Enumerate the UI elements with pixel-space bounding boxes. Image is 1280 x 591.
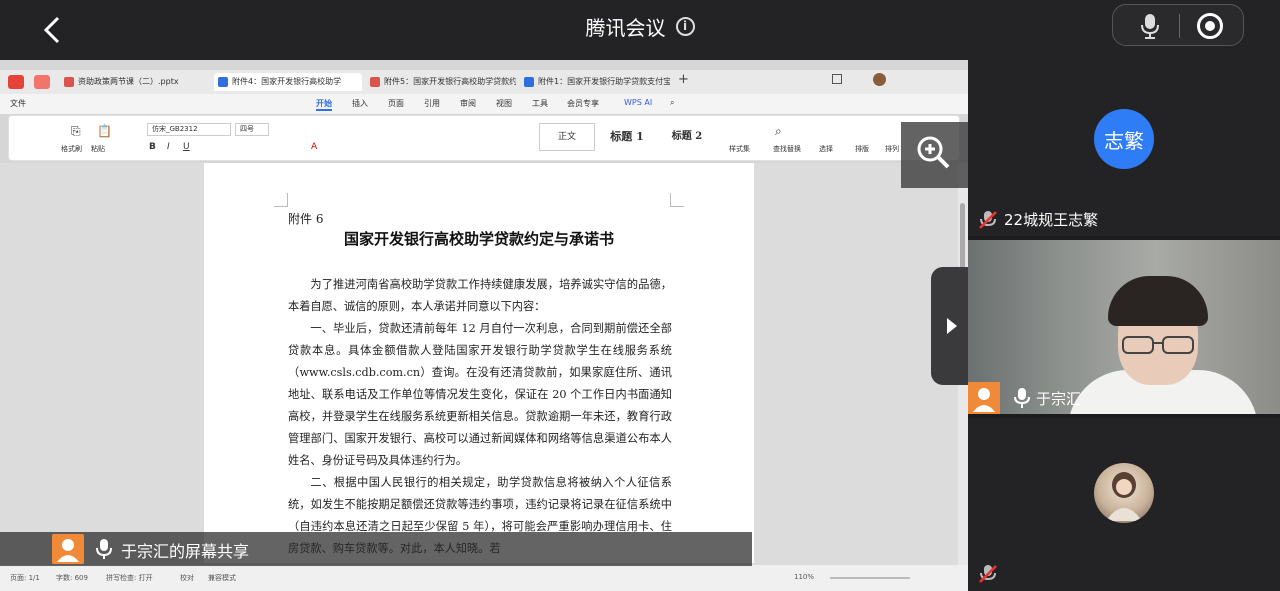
window-icon[interactable] — [832, 74, 842, 84]
italic-button[interactable]: I — [167, 142, 170, 152]
paste-icon[interactable]: 📋 — [97, 124, 112, 138]
participant-name: 于宗汇 — [1036, 390, 1082, 408]
menu-home[interactable]: 开始 — [316, 98, 332, 111]
menu-page[interactable]: 页面 — [388, 98, 404, 109]
ppt-icon — [64, 77, 74, 87]
font-color-button[interactable]: A — [311, 142, 317, 152]
avatar[interactable] — [873, 73, 886, 86]
tab-attachment1[interactable]: 附件1：国家开发银行助学贷款支付宝 — [520, 73, 670, 91]
meeting-topbar: 腾讯会议 i — [0, 0, 1280, 60]
wps-logo-icon — [8, 75, 24, 89]
wps-statusbar: 页面: 1/1 字数: 609 拼写检查: 打开 校对 兼容模式 110% — [0, 565, 968, 591]
word-icon — [218, 77, 228, 87]
avatar — [52, 534, 84, 564]
collapse-panel-button[interactable] — [931, 267, 968, 385]
microphone-icon — [96, 538, 112, 560]
search-icon[interactable]: ⌕ — [670, 98, 674, 108]
menu-file[interactable]: 文件 — [10, 98, 26, 109]
glasses-icon — [1121, 335, 1195, 355]
style-normal[interactable]: 正文 — [539, 123, 595, 151]
tab-pptx[interactable]: 资助政策两节课（二）.pptx — [60, 73, 210, 91]
participants-panel: 志繁 22城规王志繁 于宗汇 — [968, 60, 1280, 591]
zoom-slider[interactable] — [830, 577, 910, 579]
find-replace-button[interactable]: 查找替换 — [773, 144, 801, 154]
record-icon[interactable] — [1197, 13, 1223, 39]
share-banner: 于宗汇的屏幕共享 — [0, 532, 752, 566]
document-area: 附件 6 国家开发银行高校助学贷款约定与承诺书 为了推进河南省高校助学贷款工作持… — [0, 163, 958, 565]
status-proof[interactable]: 校对 — [180, 573, 194, 583]
status-page: 页面: 1/1 — [10, 574, 40, 582]
tab-attachment5[interactable]: 附件5：国家开发银行高校助学贷款约 — [366, 73, 516, 91]
status-compat: 兼容模式 — [208, 574, 236, 582]
zoom-level[interactable]: 110% — [794, 573, 814, 581]
menu-insert[interactable]: 插入 — [352, 98, 368, 109]
participant-video-tile[interactable]: 于宗汇 — [968, 240, 1280, 414]
status-spell[interactable]: 拼写检查: 打开 — [106, 573, 153, 583]
participant-tile[interactable]: 志繁 22城规王志繁 — [968, 60, 1280, 236]
style-set-button[interactable]: 样式集 — [729, 144, 750, 154]
avatar: 志繁 — [1094, 109, 1154, 169]
zoom-overlay[interactable] — [901, 122, 968, 188]
style-heading2[interactable]: 标题 2 — [657, 123, 717, 151]
tab-attachment4[interactable]: 附件4：国家开发银行高校助学 — [214, 73, 362, 91]
meeting-title: 腾讯会议 — [585, 15, 666, 40]
wps-tabbar: 资助政策两节课（二）.pptx 附件4：国家开发银行高校助学 附件5：国家开发银… — [0, 70, 968, 94]
document-page[interactable]: 附件 6 国家开发银行高校助学贷款约定与承诺书 为了推进河南省高校助学贷款工作持… — [204, 163, 754, 563]
paragraph: 为了推进河南省高校助学贷款工作持续健康发展，培养诚实守信的品德，本着自愿、诚信的… — [288, 278, 672, 313]
top-controls — [1112, 4, 1244, 46]
arrange-button[interactable]: 排列 — [885, 144, 899, 154]
font-size-select[interactable]: 四号 — [235, 123, 269, 136]
menu-tools[interactable]: 工具 — [532, 98, 548, 109]
menu-wps-ai[interactable]: WPS AI — [624, 98, 652, 107]
menu-member[interactable]: 会员专享 — [567, 98, 599, 109]
sort-button[interactable]: 排版 — [855, 144, 869, 154]
pdf-icon — [34, 75, 50, 89]
participant-name: 22城规王志繁 — [1004, 211, 1099, 229]
info-icon[interactable]: i — [675, 16, 695, 36]
new-tab-icon[interactable]: + — [678, 72, 689, 87]
font-name-select[interactable]: 仿宋_GB2312 — [147, 123, 231, 136]
avatar — [968, 382, 1000, 414]
participant-tile[interactable] — [968, 418, 1280, 591]
wps-menubar: 文件 开始 插入 页面 引用 审阅 视图 工具 会员专享 WPS AI ⌕ — [0, 94, 968, 114]
pdf-icon — [370, 77, 380, 87]
attachment-label: 附件 6 — [288, 212, 324, 226]
word-icon — [524, 77, 534, 87]
menu-review[interactable]: 审阅 — [460, 98, 476, 109]
menu-view[interactable]: 视图 — [496, 98, 512, 109]
share-label: 于宗汇的屏幕共享 — [121, 542, 250, 561]
microphone-icon[interactable] — [1139, 13, 1161, 39]
menu-reference[interactable]: 引用 — [424, 98, 440, 109]
paragraph: 一、毕业后，贷款还清前每年 12 月自付一次利息，合同到期前偿还全部贷款本息。具… — [288, 322, 672, 467]
shared-screen: 资助政策两节课（二）.pptx 附件4：国家开发银行高校助学 附件5：国家开发银… — [0, 60, 968, 591]
find-icon[interactable]: ⌕ — [775, 124, 782, 139]
format-painter-icon[interactable]: ⎘ — [71, 124, 81, 139]
status-words: 字数: 609 — [56, 574, 88, 582]
document-title: 国家开发银行高校助学贷款约定与承诺书 — [343, 230, 614, 248]
wps-ribbon: ⎘ 格式刷 📋 粘贴 仿宋_GB2312 四号 B I U A 正文 标题 1 … — [8, 115, 960, 161]
document-body: 为了推进河南省高校助学贷款工作持续健康发展，培养诚实守信的品德，本着自愿、诚信的… — [288, 274, 672, 560]
mic-muted-icon — [978, 210, 998, 230]
select-button[interactable]: 选择 — [819, 144, 833, 154]
paste-button[interactable]: 粘贴 — [91, 144, 105, 154]
format-painter-button[interactable]: 格式刷 — [61, 144, 82, 154]
style-heading1[interactable]: 标题 1 — [597, 123, 657, 151]
avatar — [1094, 463, 1154, 523]
underline-button[interactable]: U — [183, 142, 190, 152]
zoom-in-icon[interactable] — [915, 134, 951, 170]
bold-button[interactable]: B — [149, 142, 156, 152]
mic-muted-icon — [978, 564, 998, 584]
microphone-icon — [1012, 387, 1032, 408]
